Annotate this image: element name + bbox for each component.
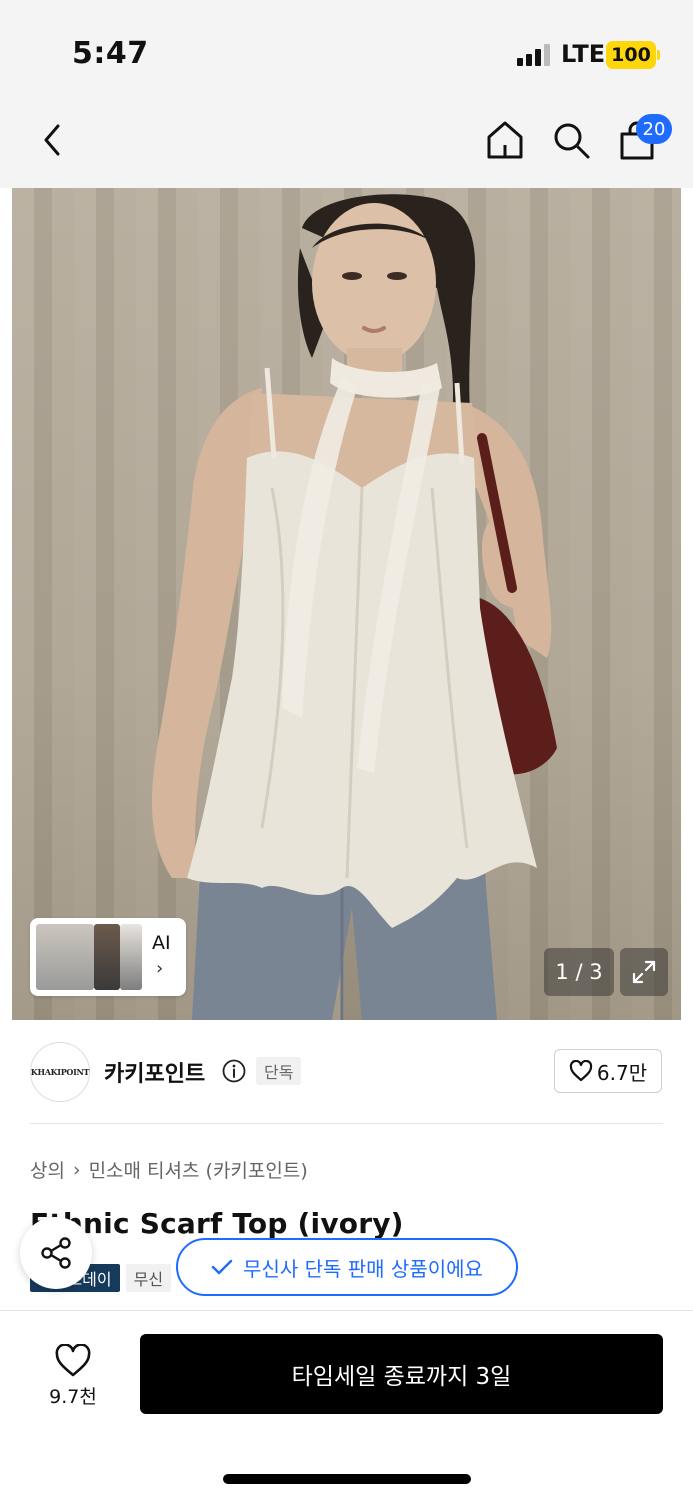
status-time: 5:47	[72, 36, 149, 71]
brand-row: KHAKIPOINT 카키포인트 단독 6.7만	[0, 1040, 693, 1124]
product-photo	[152, 194, 557, 1020]
info-icon[interactable]	[222, 1059, 246, 1083]
exclusive-toast: 무신사 단독 판매 상품이에요	[176, 1238, 518, 1296]
home-indicator	[223, 1474, 471, 1484]
ai-label: AI	[152, 932, 171, 954]
home-button[interactable]	[482, 116, 528, 164]
chevron-right-icon: ›	[72, 1158, 81, 1181]
share-button[interactable]	[20, 1217, 92, 1289]
info-tag: 무신	[125, 1264, 172, 1292]
battery-level: 100	[611, 44, 651, 66]
product-like-count: 9.7천	[49, 1385, 97, 1408]
toast-text: 무신사 단독 판매 상품이에요	[243, 1256, 483, 1281]
search-button[interactable]	[548, 116, 594, 164]
brand-like-count: 6.7만	[596, 1060, 648, 1085]
network-type: LTE	[561, 40, 606, 68]
ai-thumbnail	[36, 924, 94, 990]
heart-icon	[569, 1060, 593, 1082]
heart-icon	[55, 1343, 91, 1376]
product-like-button[interactable]: 9.7천	[30, 1336, 116, 1416]
exclusive-tag: 단독	[256, 1057, 302, 1085]
battery-icon: 100	[606, 41, 656, 69]
back-button[interactable]	[30, 118, 74, 162]
product-image[interactable]: AI › 1 / 3	[12, 188, 681, 1020]
buy-button[interactable]: 타임세일 종료까지 3일	[140, 1334, 663, 1414]
brand-logo-text: KHAKIPOINT	[30, 1067, 90, 1077]
divider	[30, 1123, 663, 1124]
status-bar: 5:47 LTE 100	[0, 0, 693, 100]
breadcrumb-item[interactable]: 상의	[30, 1156, 65, 1183]
battery-nub	[657, 50, 660, 60]
brand-like-button[interactable]: 6.7만	[554, 1049, 662, 1093]
nav-bar: 20	[0, 100, 693, 188]
breadcrumb-item[interactable]: 민소매 티셔츠 (카키포인트)	[89, 1156, 308, 1183]
brand-name[interactable]: 카키포인트	[104, 1056, 205, 1088]
expand-button[interactable]	[620, 948, 668, 996]
bottom-bar-divider	[0, 1310, 693, 1311]
share-icon	[41, 1237, 71, 1269]
search-icon	[554, 123, 590, 159]
home-icon	[487, 121, 523, 159]
chevron-right-icon: ›	[156, 958, 164, 979]
brand-logo[interactable]: KHAKIPOINT	[30, 1042, 90, 1102]
ai-thumbnail	[94, 924, 120, 990]
breadcrumb: 상의 › 민소매 티셔츠 (카키포인트)	[30, 1156, 308, 1183]
signal-icon	[517, 44, 553, 66]
expand-icon	[632, 960, 656, 984]
image-counter: 1 / 3	[544, 948, 614, 996]
ai-styling-card[interactable]: AI ›	[30, 918, 186, 996]
ai-thumbnail	[120, 924, 142, 990]
cart-count-badge: 20	[636, 114, 672, 144]
check-icon	[211, 1259, 233, 1275]
back-icon	[44, 124, 60, 156]
